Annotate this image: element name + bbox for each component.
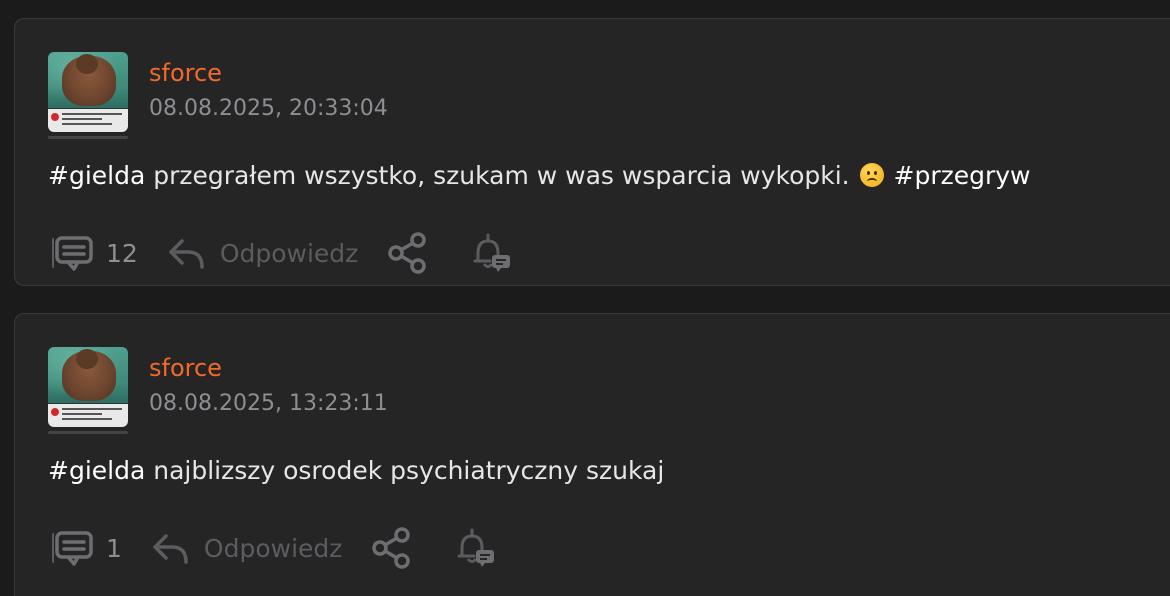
reply-label: Odpowiedz [203,533,343,563]
avatar[interactable] [48,347,128,427]
bell-icon [473,233,511,272]
avatar[interactable] [48,52,128,132]
feed: sforce 08.08.2025, 20:33:04 #gielda prze… [0,0,1170,596]
avatar-underline [48,431,128,434]
share-icon [388,232,427,274]
share-button[interactable] [386,231,430,275]
hashtag-link[interactable]: #gielda [48,161,145,190]
avatar-underline [48,136,128,139]
username[interactable]: sforce [149,59,222,87]
reply-button[interactable]: Odpowiedz [150,528,342,568]
reply-button[interactable]: Odpowiedz [166,233,358,273]
post: sforce 08.08.2025, 20:33:04 #gielda prze… [14,18,1170,286]
username[interactable]: sforce [149,354,222,382]
notify-button[interactable] [454,526,498,570]
share-button[interactable] [370,526,414,570]
comments-button[interactable]: 1 [48,529,122,567]
frowning-face-emoji-icon [859,163,884,187]
comments-count: 12 [106,238,138,268]
post: sforce 08.08.2025, 13:23:11 #gielda najb… [14,313,1170,596]
post-actions: 12 Odpowiedz [48,229,514,277]
post-timestamp[interactable]: 08.08.2025, 13:23:11 [149,391,388,416]
post-actions: 1 Odpowiedz [48,524,498,572]
bell-icon [457,528,495,567]
comment-icon [52,236,93,271]
post-text: przegrałem wszystko, szukam w was wsparc… [145,161,858,190]
reply-arrow-icon [169,239,204,269]
hashtag-link[interactable]: #gielda [48,456,145,485]
reply-arrow-icon [153,534,188,564]
notify-button[interactable] [470,231,514,275]
post-content: #gielda najblizszy osrodek psychiatryczn… [48,456,664,485]
hashtag-link[interactable]: #przegryw [894,161,1031,190]
post-timestamp[interactable]: 08.08.2025, 20:33:04 [149,96,388,121]
post-content: #gielda przegrałem wszystko, szukam w wa… [48,161,1031,190]
share-icon [372,527,411,569]
reply-label: Odpowiedz [219,238,359,268]
comments-button[interactable]: 12 [48,234,138,272]
comment-icon [52,531,93,566]
comments-count: 1 [106,533,122,563]
post-text: najblizszy osrodek psychiatryczny szukaj [145,456,665,485]
